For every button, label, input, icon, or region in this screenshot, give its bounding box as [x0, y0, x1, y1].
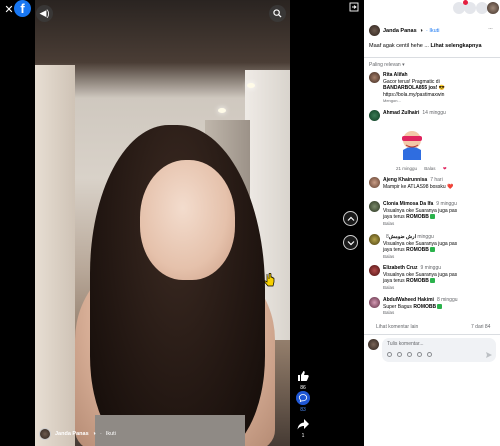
- previous-video-button[interactable]: [343, 211, 358, 226]
- comment-time: 14 minggu: [422, 110, 446, 116]
- comment-action[interactable]: 83: [293, 391, 313, 413]
- comment-input-placeholder: Tulis komentar...: [387, 341, 424, 347]
- see-more-link[interactable]: Lihat selengkapnya: [430, 43, 481, 49]
- caption-text: Maaf agak centil hehe ...: [369, 43, 429, 49]
- verified-icon: ◑: [92, 431, 96, 437]
- video-frame-top: [95, 415, 245, 446]
- search-icon[interactable]: [269, 5, 286, 22]
- comment-tag: ROMOBB: [406, 278, 429, 284]
- video-frame-wall: [35, 65, 75, 446]
- post-follow-link[interactable]: · Ikuti: [426, 28, 439, 34]
- commenter-name[interactable]: ارش ضومش: [389, 234, 416, 240]
- comment-time: 7 hari: [430, 177, 443, 183]
- check-emoji-icon: [429, 278, 435, 284]
- comment-composer: Tulis komentar...: [368, 338, 496, 365]
- camera-icon[interactable]: [407, 352, 412, 357]
- check-emoji-icon: [429, 214, 435, 220]
- comment-text: Super Bagus: [383, 303, 412, 310]
- reels-viewer: ✕ f ◀) Janda Panas ◑ · Ikuti 86 83 1 Jan…: [0, 0, 500, 446]
- verified-icon: ◑: [419, 27, 423, 34]
- chevron-up-icon: [347, 216, 355, 221]
- reply-link[interactable]: Balas: [383, 254, 394, 259]
- commenter-avatar[interactable]: [369, 72, 380, 83]
- sticker-icon[interactable]: [427, 352, 432, 357]
- comment-sort-dropdown[interactable]: Paling relevan ▾: [369, 62, 405, 68]
- comments-panel: Janda Panas ◑ · Ikuti ··· Maaf agak cent…: [364, 0, 500, 446]
- reply-link[interactable]: Balas: [424, 166, 435, 171]
- sticker-image: [402, 131, 422, 160]
- comments-count: 83: [300, 407, 306, 413]
- send-icon[interactable]: [486, 352, 492, 358]
- comment-time: 21 minggu: [396, 166, 418, 171]
- author-name[interactable]: Janda Panas: [55, 431, 89, 437]
- comment-text: Mengon...: [383, 98, 401, 103]
- divider: [364, 57, 500, 58]
- hand-cursor-icon: [264, 273, 275, 287]
- thumbs-up-icon: [298, 371, 309, 381]
- comment-time: 9 minggu: [420, 265, 442, 271]
- reply-link[interactable]: Balas: [383, 221, 394, 226]
- commenter-avatar[interactable]: [369, 297, 380, 308]
- exit-fullscreen-icon[interactable]: [349, 2, 359, 12]
- commenter-name[interactable]: Elizabeth Cruz: [383, 265, 417, 271]
- view-more-comments-link[interactable]: Lihat komentar lain: [376, 324, 418, 330]
- commenter-name[interactable]: Ahmad Zulhairi: [383, 110, 419, 116]
- comment-text: jaya terus: [383, 247, 405, 253]
- comment-text: Mampir ke ATLAS98 bossku ❤️: [383, 183, 454, 190]
- comment-time: 9 minggu: [436, 201, 457, 207]
- post-author-name[interactable]: Janda Panas: [383, 28, 417, 34]
- love-reaction-icon: ❤: [442, 166, 447, 171]
- comment-text: jaya terus: [383, 278, 405, 284]
- video-frame-face: [140, 160, 235, 280]
- reply-link[interactable]: Balas: [383, 285, 394, 290]
- video-author[interactable]: Janda Panas ◑ · Ikuti: [39, 427, 116, 441]
- commenter-avatar[interactable]: [369, 265, 380, 276]
- avatar-sticker-icon[interactable]: [387, 352, 392, 357]
- commenter-avatar[interactable]: [369, 177, 380, 188]
- author-avatar[interactable]: [39, 428, 51, 440]
- post-author-avatar[interactable]: [369, 25, 380, 36]
- video-frame-light: [218, 108, 226, 113]
- share-action[interactable]: 1: [293, 417, 313, 439]
- comment-icon: [296, 391, 310, 405]
- facebook-logo[interactable]: f: [14, 0, 31, 17]
- comment-tag: ROMOBB: [406, 247, 429, 253]
- like-action[interactable]: 86: [293, 369, 313, 391]
- commenter-name[interactable]: AbdulWaheed Hakimi: [383, 297, 434, 303]
- emoji-icon[interactable]: [397, 352, 402, 357]
- commenter-name[interactable]: Clonia Mimosa Da Ifa: [383, 201, 433, 207]
- user-avatar: [368, 339, 379, 350]
- commenter-avatar[interactable]: [369, 110, 380, 121]
- shares-count: 1: [301, 433, 305, 439]
- comment-tag: ROMOBB: [406, 214, 429, 220]
- reply-link[interactable]: Balas: [383, 310, 394, 315]
- notification-badge: [463, 0, 468, 5]
- comment-text: jaya terus: [383, 214, 405, 220]
- profile-avatar[interactable]: [487, 2, 499, 14]
- gif-icon[interactable]: [417, 352, 422, 357]
- share-icon: [297, 419, 309, 430]
- more-options-icon[interactable]: ···: [488, 26, 493, 32]
- comment-tag: ROMOBB: [413, 303, 437, 310]
- follow-link[interactable]: Ikuti: [106, 431, 116, 437]
- post-caption: Maaf agak centil hehe ... Lihat selengka…: [369, 43, 482, 49]
- top-bar: [364, 0, 500, 18]
- composer-icons: [387, 352, 432, 357]
- check-emoji-icon: [437, 303, 443, 309]
- video-player[interactable]: [35, 0, 290, 446]
- post-header: Janda Panas ◑ · Ikuti: [369, 25, 439, 36]
- comment-count-label: 7 dari 84: [471, 324, 491, 330]
- comment-input[interactable]: Tulis komentar...: [382, 338, 496, 362]
- divider: [364, 334, 500, 335]
- check-emoji-icon: [429, 247, 435, 253]
- commenter-avatar[interactable]: [369, 201, 380, 212]
- video-frame-light: [247, 83, 255, 88]
- chevron-down-icon: [347, 241, 355, 246]
- volume-icon[interactable]: ◀): [36, 5, 53, 22]
- commenter-name[interactable]: Ajeng Khairunnisa: [383, 177, 427, 183]
- next-video-button[interactable]: [343, 235, 358, 250]
- comment-time: 8 minggu: [436, 297, 458, 303]
- commenter-avatar[interactable]: [369, 234, 380, 245]
